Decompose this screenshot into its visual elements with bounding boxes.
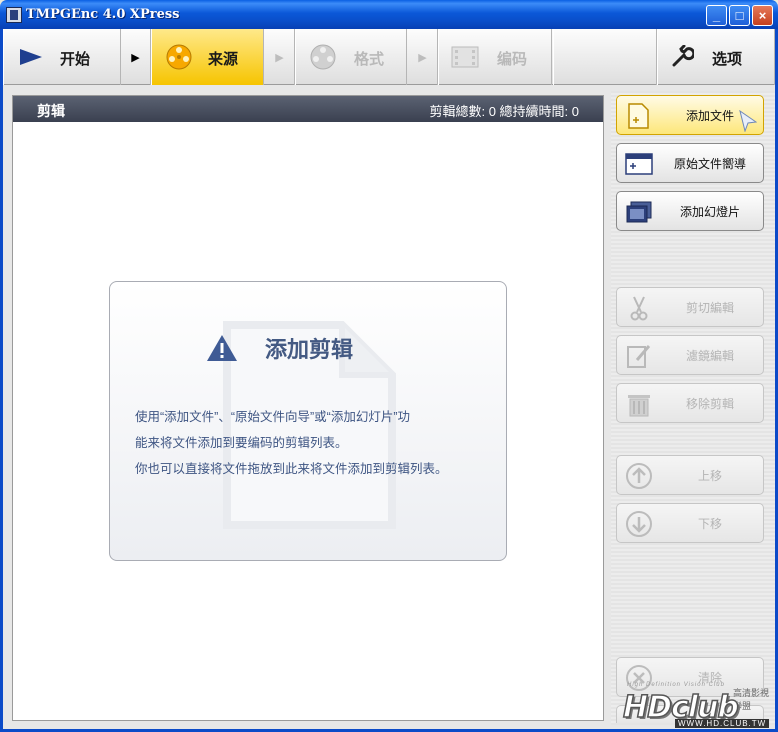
filter-edit-label: 濾鏡編輯 [685, 348, 734, 363]
move-up-button[interactable]: 上移 [616, 455, 764, 495]
title-bar: TMPGEnc 4.0 XPress _ □ × [0, 0, 778, 29]
filmstrip-icon [451, 46, 479, 68]
cursor-pointer-icon [739, 110, 757, 132]
clip-list-panel[interactable]: 剪辑 剪輯總數: 0 總持續時間: 0 添加剪辑 使用“添加文件”、“原始文件向… [12, 95, 604, 721]
notice-text: 使用“添加文件”、“原始文件向导”或“添加幻灯片”功 能来将文件添加到要编码的剪… [135, 404, 485, 482]
step-format-label: 格式 [354, 51, 385, 68]
cut-edit-button[interactable]: 剪切編輯 [616, 287, 764, 327]
filter-edit-button[interactable]: 濾鏡編輯 [616, 335, 764, 375]
move-up-label: 上移 [697, 468, 722, 483]
remove-clip-button[interactable]: 移除剪輯 [616, 383, 764, 423]
notice-line-1: 使用“添加文件”、“原始文件向导”或“添加幻灯片”功 [135, 410, 410, 424]
play-icon [20, 49, 42, 65]
move-down-button[interactable]: 下移 [616, 503, 764, 543]
scissors-icon [630, 296, 648, 321]
source-wizard-button[interactable]: 原始文件嚮導 [616, 143, 764, 183]
step-encode[interactable]: 编码 [438, 29, 552, 85]
cut-edit-label: 剪切編輯 [685, 300, 734, 315]
action-sidebar: 添加文件 原始文件嚮導 添加幻燈片 剪切編輯 濾鏡編輯 移除剪輯 上移 下移 清… [611, 91, 775, 725]
watermark-tagline: High Definition Vision Club [627, 682, 725, 688]
step-start[interactable]: 开始 [3, 29, 121, 85]
add-clip-notice: 添加剪辑 使用“添加文件”、“原始文件向导”或“添加幻灯片”功 能来将文件添加到… [109, 281, 507, 561]
options-button[interactable]: 选项 [657, 29, 775, 85]
slideshow-icon [626, 201, 652, 223]
arrow-down-icon [626, 511, 652, 537]
add-file-button[interactable]: 添加文件 [616, 95, 764, 135]
notice-line-2: 能来将文件添加到要编码的剪辑列表。 [135, 436, 348, 450]
app-icon[interactable] [6, 7, 22, 23]
hdclub-watermark: High Definition Vision Club 高清影視聯盟 HDclu… [615, 682, 775, 732]
notice-line-3: 你也可以直接将文件拖放到此来将文件添加到剪辑列表。 [135, 462, 448, 476]
clip-stats: 剪輯總數: 0 總持續時間: 0 [429, 104, 579, 119]
wizard-window-icon [625, 153, 653, 175]
format-reel-icon [310, 44, 336, 70]
watermark-cn: 高清影視聯盟 [733, 688, 770, 711]
window-frame: 开始 ▶ 来源 ▶ 格式 ▶ 编码 选项 剪辑 剪輯總數: 0 總持續時間: 0… [0, 29, 778, 732]
step-encode-label: 编码 [497, 51, 528, 68]
source-wizard-label: 原始文件嚮導 [673, 156, 746, 171]
film-reel-icon [166, 44, 192, 70]
step-source[interactable]: 来源 [151, 29, 264, 85]
step-start-label: 开始 [60, 51, 91, 68]
watermark-url: WWW.HD.CLUB.TW [675, 719, 770, 728]
trash-icon [628, 395, 650, 417]
warning-icon [207, 335, 237, 361]
minimize-button[interactable]: _ [706, 5, 727, 26]
nav-arrow-3: ▶ [408, 29, 438, 85]
window-content: 开始 ▶ 来源 ▶ 格式 ▶ 编码 选项 剪辑 剪輯總數: 0 總持續時間: 0… [3, 29, 775, 729]
add-file-icon [628, 103, 649, 129]
add-slideshow-label: 添加幻燈片 [679, 204, 740, 219]
clip-list-header: 剪辑 剪輯總數: 0 總持續時間: 0 [13, 96, 603, 122]
close-button[interactable]: × [752, 5, 773, 26]
arrow-up-icon [626, 463, 652, 489]
notice-title: 添加剪辑 [265, 337, 354, 363]
nav-arrow-2: ▶ [265, 29, 295, 85]
add-slideshow-button[interactable]: 添加幻燈片 [616, 191, 764, 231]
filter-edit-icon [627, 345, 651, 368]
clip-list-title: 剪辑 [37, 103, 65, 119]
step-source-label: 来源 [208, 51, 239, 68]
wrench-icon [672, 45, 694, 67]
nav-arrow-1: ▶ [121, 29, 151, 85]
options-label: 选项 [712, 51, 743, 68]
nav-spacer [553, 29, 657, 85]
move-down-label: 下移 [697, 516, 722, 531]
workflow-nav: 开始 ▶ 来源 ▶ 格式 ▶ 编码 选项 [3, 29, 775, 85]
remove-clip-label: 移除剪輯 [685, 396, 734, 411]
maximize-button[interactable]: □ [729, 5, 750, 26]
step-format[interactable]: 格式 [295, 29, 407, 85]
window-title: TMPGEnc 4.0 XPress [26, 7, 180, 22]
